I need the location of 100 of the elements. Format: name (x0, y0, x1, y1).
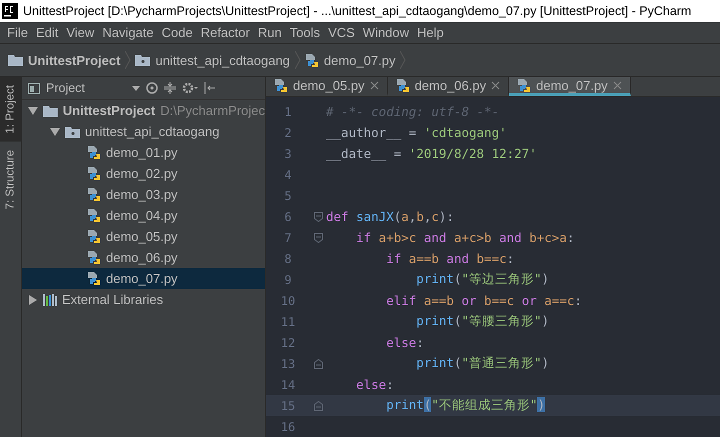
tree-item[interactable]: unittest_api_cdtaogang (22, 121, 265, 142)
code-line: __author__ = 'cdtaogang' (326, 125, 507, 140)
python-file-icon (87, 208, 101, 223)
folder-icon (135, 54, 150, 66)
menu-item[interactable]: Run (254, 25, 286, 40)
python-file-icon (87, 271, 101, 286)
code-line: if a+b>c and a+c>b and b+c>a: (355, 230, 574, 245)
fold-marker-icon[interactable] (314, 232, 322, 242)
expanded-arrow-icon[interactable] (50, 126, 60, 136)
tree-item[interactable]: demo_04.py (22, 205, 265, 226)
close-icon[interactable] (491, 80, 500, 90)
expanded-arrow-icon[interactable] (28, 106, 38, 116)
code-line: # -*- coding: utf-8 -*- (326, 104, 500, 119)
line-number: 7 (283, 230, 293, 244)
path-hint: D:\PycharmProjec (160, 103, 265, 118)
line-number: 14 (280, 378, 296, 392)
tree-item[interactable]: demo_06.py (22, 247, 265, 268)
folder-icon (42, 104, 58, 116)
code-line: print("不能组成三角形") (385, 397, 545, 414)
tree-item-label: demo_03.py (106, 187, 178, 202)
library-icon (43, 294, 57, 306)
line-number: 8 (283, 252, 293, 266)
collapse-all-icon[interactable] (164, 82, 176, 94)
close-icon[interactable] (370, 80, 379, 90)
python-file-icon (87, 187, 101, 202)
project-view-icon (28, 82, 40, 94)
tool-window-tab[interactable]: 7: Structure (0, 142, 21, 218)
tree-item[interactable]: External Libraries (22, 289, 265, 310)
line-number: 16 (280, 420, 296, 434)
line-number: 11 (280, 314, 296, 328)
chevron-icon (400, 51, 406, 69)
collapsed-arrow-icon[interactable] (28, 294, 38, 304)
line-number: 4 (283, 168, 293, 182)
caret-icon (132, 86, 140, 90)
python-file-icon (87, 229, 101, 244)
code-line: print("等边三角形") (415, 271, 550, 288)
fold-marker-icon[interactable] (314, 212, 322, 222)
hide-panel-icon[interactable] (204, 82, 216, 94)
menu-item[interactable]: Help (413, 25, 448, 40)
menu-item[interactable]: File (3, 25, 32, 40)
editor-tab[interactable]: demo_07.py (509, 77, 631, 96)
code-line: __date__ = '2019/8/28 12:27' (326, 146, 537, 161)
menu-item[interactable]: Navigate (98, 25, 158, 40)
tree-item[interactable]: UnittestProject D:\PycharmProjec (22, 100, 265, 121)
breadcrumb-item[interactable]: UnittestProject (8, 51, 132, 69)
tree-item[interactable]: demo_03.py (22, 184, 265, 205)
python-file-icon (274, 78, 288, 92)
tree-item-label: demo_06.py (106, 250, 178, 265)
menu-item[interactable]: View (62, 25, 98, 40)
settings-icon[interactable] (182, 82, 198, 94)
python-file-icon (396, 78, 410, 92)
tree-item[interactable]: demo_02.py (22, 163, 265, 184)
line-number: 1 (283, 104, 293, 118)
tree-item-label: demo_05.py (106, 229, 178, 244)
tree-item-label: demo_07.py (106, 271, 178, 286)
line-number: 6 (283, 210, 293, 224)
menu-item[interactable]: Edit (32, 25, 62, 40)
locate-icon[interactable] (146, 82, 158, 94)
line-number: 2 (283, 126, 293, 140)
fold-marker-icon[interactable] (314, 400, 322, 410)
menu-item[interactable]: Refactor (196, 25, 254, 40)
code-line: print("等腰三角形") (415, 313, 550, 330)
tree-item[interactable]: demo_07.py (22, 268, 265, 289)
folder-icon (65, 126, 80, 138)
code-line: elif a==b or b==c or a==c: (385, 293, 582, 308)
code-line: else: (355, 377, 394, 392)
line-number: 5 (283, 188, 293, 202)
editor-tab[interactable]: demo_06.py (388, 77, 510, 96)
menu-item[interactable]: Tools (286, 25, 324, 40)
line-number: 9 (283, 272, 293, 286)
breadcrumb-item[interactable]: demo_07.py (304, 51, 406, 69)
code-line: if a==b and b==c: (385, 251, 514, 266)
menu-item[interactable]: Code (158, 25, 197, 40)
tree-item-label: UnittestProject (62, 103, 156, 118)
line-number: 10 (280, 294, 296, 308)
window-title: UnittestProject [D:\PycharmProjects\UnittestProject] - ...\unittest_api_cdtaogang\demo_07.py [UnittestProject] - PyCharm (23, 4, 692, 18)
python-file-icon (87, 166, 101, 181)
line-number: 12 (280, 336, 296, 350)
tree-item-label: demo_04.py (106, 208, 178, 223)
view-dropdown[interactable]: Project (28, 81, 140, 95)
breadcrumb-item[interactable]: unittest_api_cdtaogang (135, 51, 301, 69)
line-number: 3 (283, 146, 293, 160)
tree-item-label: unittest_api_cdtaogang (85, 124, 220, 139)
fold-marker-icon[interactable] (314, 358, 322, 368)
tree-item[interactable]: demo_01.py (22, 142, 265, 163)
menu-item[interactable]: VCS (324, 25, 359, 40)
code-line: def sanJX(a,b,c): (326, 209, 454, 224)
tree-item-label: External Libraries (62, 292, 164, 307)
tree-item-label: demo_01.py (106, 145, 178, 160)
tree-item-label: demo_02.py (106, 166, 178, 181)
python-file-icon (517, 78, 532, 92)
python-file-icon (87, 145, 101, 160)
menu-item[interactable]: Window (358, 25, 414, 40)
line-number: 15 (280, 398, 296, 412)
code-line: else: (385, 335, 424, 350)
line-number: 13 (280, 356, 296, 370)
chevron-icon (294, 51, 301, 69)
tree-item[interactable]: demo_05.py (22, 226, 265, 247)
tool-window-tab[interactable]: 1: Project (0, 77, 21, 142)
code-line: print("普通三角形") (415, 355, 550, 372)
